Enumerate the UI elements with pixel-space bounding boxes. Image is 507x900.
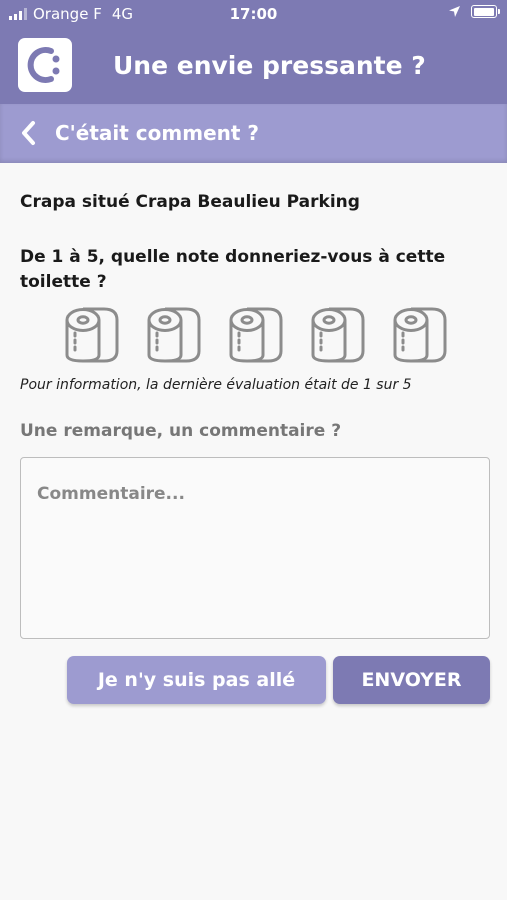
status-bar: Orange F 4G 17:00: [0, 0, 507, 30]
toilet-roll-rating-1-icon[interactable]: [63, 305, 121, 363]
location-arrow-icon: [449, 6, 460, 17]
sub-header: C'était comment ?: [0, 104, 507, 163]
rating-stars: [63, 305, 449, 363]
status-left: Orange F 4G: [9, 5, 133, 23]
toilet-roll-rating-3-icon[interactable]: [227, 305, 285, 363]
chevron-left-icon: [22, 121, 35, 145]
page-title: C'était comment ?: [55, 121, 260, 145]
toilet-location: Crapa situé Crapa Beaulieu Parking: [20, 192, 360, 212]
logo-c-icon: [27, 47, 60, 83]
network-type: 4G: [111, 5, 133, 23]
app-logo[interactable]: [18, 38, 72, 92]
toilet-roll-rating-5-icon[interactable]: [391, 305, 449, 363]
send-button[interactable]: ENVOYER: [333, 656, 490, 704]
battery-icon: [471, 5, 500, 18]
carrier-name: Orange F: [33, 5, 102, 23]
toilet-roll-rating-2-icon[interactable]: [145, 305, 203, 363]
comment-label: Une remarque, un commentaire ?: [20, 421, 342, 441]
last-rating-info: Pour information, la dernière évaluation…: [20, 377, 412, 393]
status-right: [448, 5, 500, 18]
app-title: Une envie pressante ?: [113, 51, 426, 80]
signal-icon: [9, 8, 27, 20]
comment-input[interactable]: [20, 457, 490, 639]
rating-question: De 1 à 5, quelle note donneriez-vous à c…: [20, 247, 446, 292]
app-header: Une envie pressante ?: [0, 30, 507, 104]
not-visited-button[interactable]: Je n'y suis pas allé: [67, 656, 326, 704]
toilet-roll-rating-4-icon[interactable]: [309, 305, 367, 363]
back-button[interactable]: [14, 118, 44, 148]
